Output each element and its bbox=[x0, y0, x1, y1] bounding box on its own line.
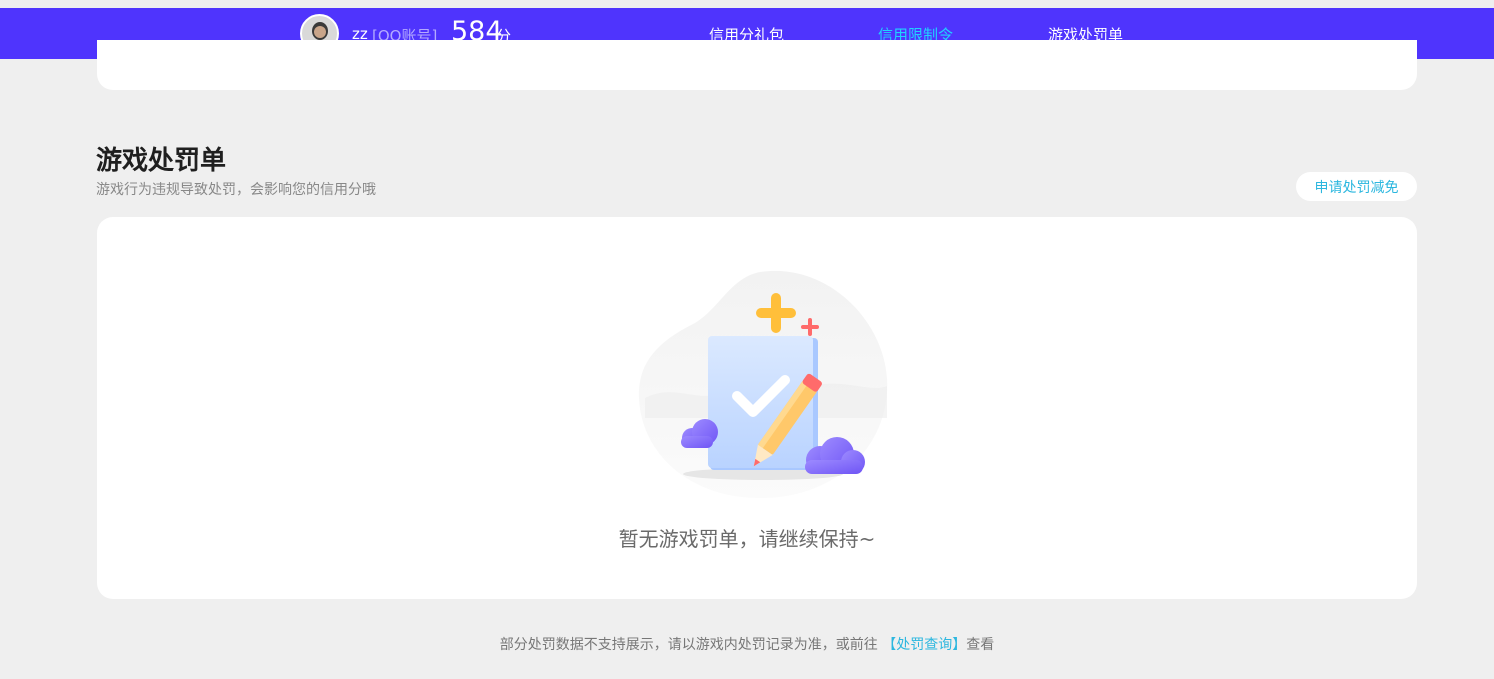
footer-note: 部分处罚数据不支持展示，请以游戏内处罚记录为准，或前往 【处罚查询】查看 bbox=[0, 634, 1494, 654]
section-title: 游戏处罚单 bbox=[96, 146, 227, 176]
penalty-query-link[interactable]: 【处罚查询】 bbox=[882, 637, 966, 653]
footer-text: 部分处罚数据不支持展示，请以游戏内处罚记录为准，或前往 bbox=[499, 637, 878, 653]
apply-penalty-reduction-button[interactable]: 申请处罚减免 bbox=[1296, 172, 1417, 201]
previous-section-card bbox=[97, 40, 1417, 90]
section-subtitle: 游戏行为违规导致处罚，会影响您的信用分哦 bbox=[96, 182, 376, 198]
clipboard-check-pencil-illustration-icon bbox=[638, 270, 888, 499]
footer-text-suffix: 查看 bbox=[966, 637, 995, 653]
empty-state-message: 暂无游戏罚单，请继续保持~ bbox=[618, 527, 876, 551]
